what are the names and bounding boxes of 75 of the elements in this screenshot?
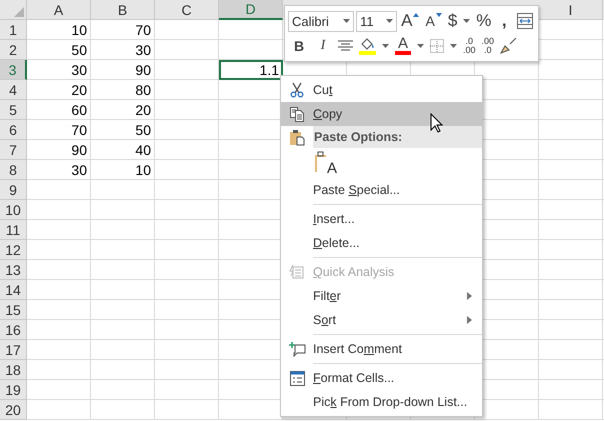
caret-icon bbox=[343, 19, 350, 24]
format-cells-icon bbox=[290, 370, 304, 386]
currency-button[interactable]: $ bbox=[446, 10, 460, 32]
menu-item[interactable]: Cut bbox=[281, 78, 482, 102]
row-header[interactable]: 11 bbox=[0, 220, 27, 240]
paste-option-button[interactable]: A bbox=[311, 149, 339, 177]
active-cell[interactable]: 1.1 bbox=[219, 60, 283, 80]
scissors-icon bbox=[289, 82, 305, 98]
row-header[interactable]: 13 bbox=[0, 260, 27, 280]
row-header[interactable]: 15 bbox=[0, 300, 27, 320]
decrease-decimal-button[interactable]: .0 .00 bbox=[461, 34, 478, 57]
row-header[interactable]: 14 bbox=[0, 280, 27, 300]
menu-item[interactable]: Copy bbox=[281, 102, 482, 126]
color-bar-icon bbox=[395, 51, 411, 56]
center-align-icon bbox=[338, 40, 353, 52]
row-header[interactable]: 16 bbox=[0, 320, 27, 340]
caret-icon bbox=[450, 44, 457, 48]
lightning-list-icon bbox=[289, 264, 305, 280]
grow-font-button[interactable]: A bbox=[399, 10, 422, 32]
row-header[interactable]: 17 bbox=[0, 340, 27, 360]
row-header[interactable]: 6 bbox=[0, 120, 27, 140]
row-header[interactable]: 3 bbox=[0, 60, 27, 80]
font-color-button[interactable]: A bbox=[393, 34, 413, 57]
menu-item[interactable]: Sort bbox=[281, 308, 482, 332]
paint-bucket-icon bbox=[359, 36, 376, 55]
caret-icon bbox=[386, 19, 394, 24]
row-header[interactable]: 1 bbox=[0, 20, 27, 40]
row-header[interactable]: 10 bbox=[0, 200, 27, 220]
caret-icon bbox=[417, 44, 424, 48]
menu-item[interactable]: Insert Comment bbox=[281, 337, 482, 361]
menu-item[interactable]: Pick From Drop-down List... bbox=[281, 390, 482, 414]
column-header[interactable]: D bbox=[219, 0, 283, 20]
section-header: Paste Options: bbox=[313, 126, 482, 148]
row-header[interactable]: 4 bbox=[0, 80, 27, 100]
merge-cells-icon bbox=[517, 13, 533, 30]
corner-triangle-icon bbox=[14, 7, 24, 17]
copy-icon bbox=[289, 106, 305, 122]
bold-button[interactable]: B bbox=[288, 34, 310, 57]
caret-icon bbox=[463, 19, 470, 24]
paintbrush-icon bbox=[500, 38, 518, 54]
clipboard-icon bbox=[289, 128, 305, 146]
caret-icon bbox=[382, 44, 389, 48]
column-header[interactable]: C bbox=[155, 0, 219, 20]
menu-item[interactable]: Delete... bbox=[281, 231, 482, 255]
column-header[interactable]: A bbox=[27, 0, 91, 20]
submenu-arrow-icon bbox=[467, 316, 472, 324]
submenu-arrow-icon bbox=[467, 292, 472, 300]
increase-decimal-button[interactable]: .00 .0 bbox=[480, 34, 496, 57]
clipboard-icon bbox=[314, 151, 328, 173]
row-header[interactable]: 2 bbox=[0, 40, 27, 60]
menu-item[interactable]: Filter bbox=[281, 284, 482, 308]
row-header[interactable]: 18 bbox=[0, 360, 27, 380]
up-triangle-icon bbox=[413, 13, 420, 18]
row-header[interactable]: 7 bbox=[0, 140, 27, 160]
mouse-pointer-icon bbox=[430, 113, 444, 133]
column-header[interactable]: B bbox=[91, 0, 155, 20]
menu-item[interactable]: Paste Special... bbox=[281, 178, 482, 202]
row-header[interactable]: 8 bbox=[0, 160, 27, 180]
down-triangle-icon bbox=[436, 13, 442, 18]
percent-button[interactable]: % bbox=[474, 10, 494, 32]
font-size-field[interactable]: 11 bbox=[356, 10, 398, 32]
menu-item[interactable]: Insert... bbox=[281, 207, 482, 231]
shrink-font-button[interactable]: A bbox=[423, 10, 444, 32]
italic-button[interactable]: I bbox=[312, 34, 334, 57]
row-header[interactable]: 20 bbox=[0, 400, 27, 420]
row-header[interactable]: 12 bbox=[0, 240, 27, 260]
column-header[interactable]: I bbox=[539, 0, 603, 20]
comma-button[interactable]: , bbox=[495, 10, 513, 32]
row-header[interactable]: 19 bbox=[0, 380, 27, 400]
row-header[interactable]: 5 bbox=[0, 100, 27, 120]
borders-icon bbox=[430, 38, 444, 53]
font-name-field[interactable]: Calibri bbox=[288, 10, 354, 32]
menu-item[interactable]: Format Cells... bbox=[281, 366, 482, 390]
row-header[interactable]: 9 bbox=[0, 180, 27, 200]
comment-add-icon bbox=[288, 340, 306, 358]
